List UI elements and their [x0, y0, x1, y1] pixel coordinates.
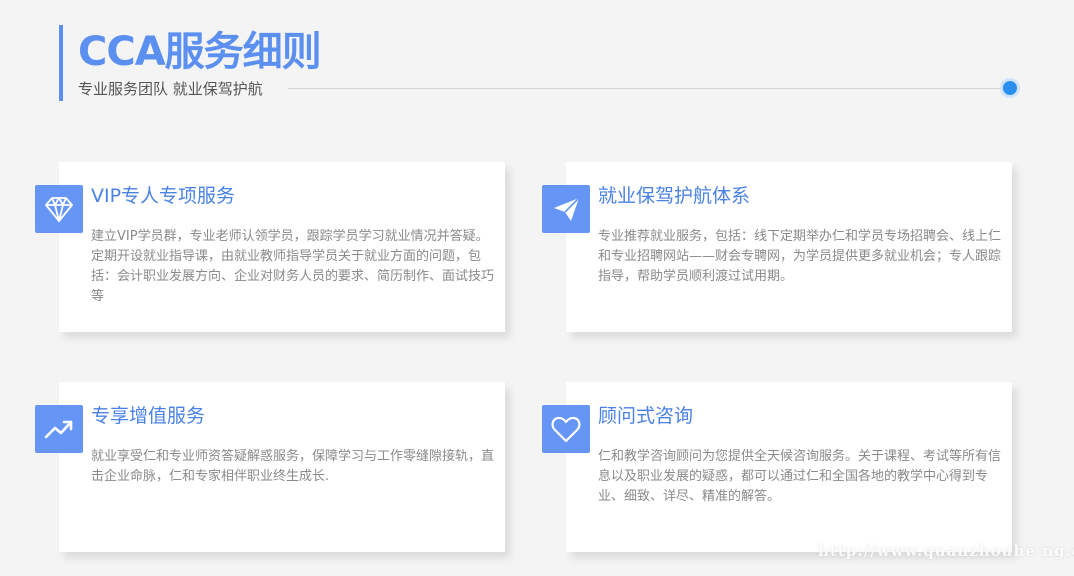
header-divider [288, 88, 1004, 89]
trending-up-icon [35, 405, 83, 453]
paper-plane-icon [542, 185, 590, 233]
service-card-vip: VIP专人专项服务 建立VIP学员群，专业老师认领学员，跟踪学员学习就业情况并答… [35, 162, 505, 332]
card-title: 专享增值服务 [91, 405, 206, 427]
diamond-icon [35, 185, 83, 233]
card-title: 就业保驾护航体系 [598, 185, 751, 207]
card-title: 顾问式咨询 [598, 405, 694, 427]
page-title: CCA服务细则 [78, 29, 322, 75]
card-description: 专业推荐就业服务，包括：线下定期举办仁和学员专场招聘会、线上仁和专业招聘网站——… [598, 229, 1002, 284]
header-accent-bar [59, 25, 63, 101]
service-card-consulting: 顾问式咨询 仁和教学咨询顾问为您提供全天候咨询服务。关于课程、考试等所有信息以及… [542, 382, 1012, 552]
card-title: VIP专人专项服务 [91, 185, 236, 207]
heart-icon [542, 405, 590, 453]
card-description: 建立VIP学员群，专业老师认领学员，跟踪学员学习就业情况并答疑。定期开设就业指导… [91, 229, 495, 304]
card-description: 就业享受仁和专业师资答疑解惑服务，保障学习与工作零缝隙接轨，直击企业命脉，仁和专… [91, 449, 495, 484]
page: CCA服务细则 专业服务团队 就业保驾护航 VIP专人专项服务 建立VIP学员群… [0, 0, 1074, 576]
service-card-employment: 就业保驾护航体系 专业推荐就业服务，包括：线下定期举办仁和学员专场招聘会、线上仁… [542, 162, 1012, 332]
service-card-value-added: 专享增值服务 就业享受仁和专业师资答疑解惑服务，保障学习与工作零缝隙接轨，直击企… [35, 382, 505, 552]
watermark: http://www.quanzhouhe ng.com [818, 542, 1074, 560]
card-description: 仁和教学咨询顾问为您提供全天候咨询服务。关于课程、考试等所有信息以及职业发展的疑… [598, 449, 1002, 504]
page-subtitle: 专业服务团队 就业保驾护航 [78, 80, 263, 98]
header-dot [1003, 81, 1017, 95]
